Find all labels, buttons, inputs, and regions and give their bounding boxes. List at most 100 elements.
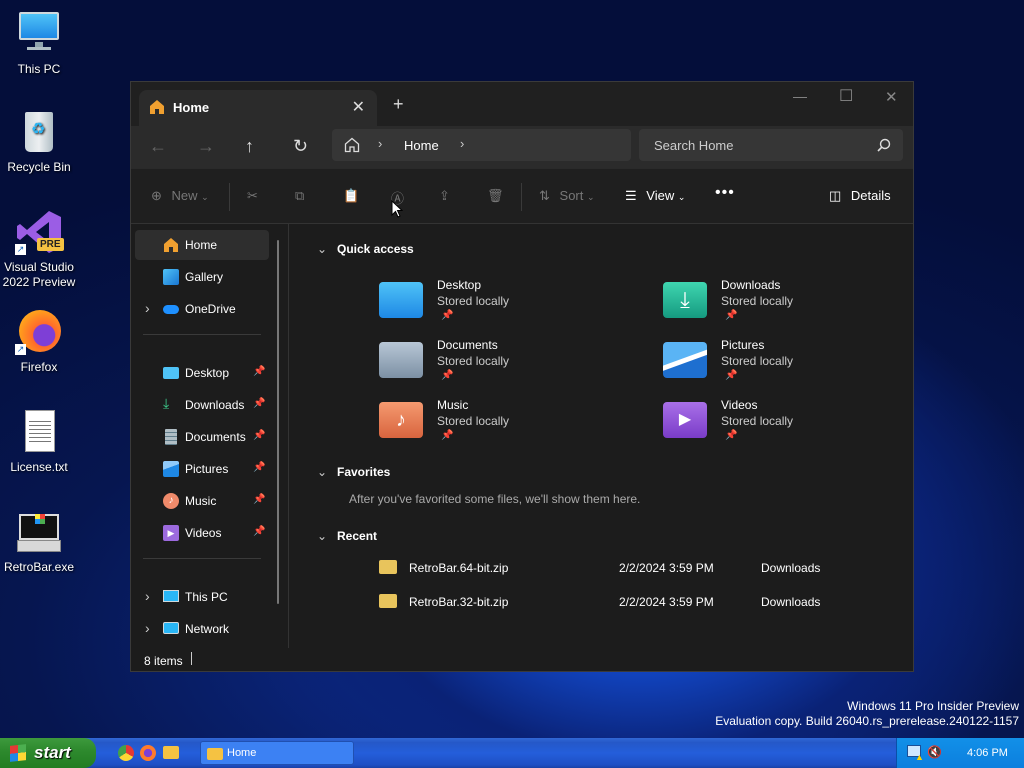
new-tab-icon[interactable]: +: [393, 94, 404, 115]
desktop-icon-firefox[interactable]: ↗ Firefox: [0, 308, 78, 375]
quick-access-item-pictures[interactable]: Pictures Stored locally 📌: [663, 336, 913, 392]
close-window-icon[interactable]: ✕: [885, 88, 898, 106]
close-tab-icon[interactable]: ✕: [352, 97, 365, 117]
section-quick-access[interactable]: ⌄ Quick access: [317, 242, 414, 256]
section-title: Quick access: [337, 242, 414, 256]
chevron-right-icon[interactable]: ›: [145, 588, 150, 604]
desktop-icon-retrobar[interactable]: RetroBar.exe: [0, 508, 78, 575]
quick-access-item-downloads[interactable]: ⤓ Downloads Stored locally 📌: [663, 276, 913, 332]
cut-icon[interactable]: ✂: [247, 188, 258, 204]
share-icon[interactable]: ⇪: [439, 188, 450, 204]
sort-button[interactable]: ⇅ Sort ⌄: [539, 188, 595, 204]
sidebar-item-home[interactable]: Home: [135, 230, 269, 260]
sidebar-item-this-pc[interactable]: › This PC: [135, 582, 269, 612]
sidebar-item-downloads[interactable]: ⤓ Downloads 📌: [135, 390, 269, 420]
forward-icon[interactable]: →: [197, 136, 215, 157]
title-bar[interactable]: Home ✕ + — ☐ ✕: [131, 82, 913, 126]
breadcrumb-home[interactable]: Home: [404, 138, 439, 153]
recent-file-row[interactable]: RetroBar.32-bit.zip 2/2/2024 3:59 PM Dow…: [379, 592, 899, 612]
tab-home[interactable]: Home ✕: [139, 90, 377, 126]
new-button[interactable]: ⊕ New ⌄: [151, 188, 209, 204]
pin-icon[interactable]: 📌: [253, 366, 265, 377]
pin-icon: 📌: [441, 370, 454, 381]
this-pc-icon: [15, 10, 63, 58]
delete-icon[interactable]: 🗑: [487, 188, 504, 204]
desktop-icon-label: Recycle Bin: [7, 160, 71, 174]
view-button[interactable]: ☰ View ⌄: [625, 188, 685, 204]
volume-muted-icon[interactable]: 🔇: [927, 745, 942, 759]
watermark-line-2: Evaluation copy. Build 26040.rs_prerelea…: [715, 714, 1019, 728]
chevron-down-icon: ⌄: [587, 192, 595, 202]
pin-icon[interactable]: 📌: [253, 462, 265, 473]
taskbar: start Home ▲ 🔇 4:06 PM: [0, 738, 1024, 768]
item-name: Pictures: [721, 338, 765, 352]
sidebar-item-desktop[interactable]: Desktop 📌: [135, 358, 269, 388]
sidebar-scrollbar[interactable]: [277, 240, 279, 604]
search-input[interactable]: Search Home: [654, 138, 733, 153]
sort-label: Sort: [559, 188, 584, 203]
recent-file-row[interactable]: RetroBar.64-bit.zip 2/2/2024 3:59 PM Dow…: [379, 558, 899, 578]
sidebar-item-onedrive[interactable]: › OneDrive: [135, 294, 269, 324]
start-label: start: [34, 743, 71, 762]
more-options-icon[interactable]: •••: [715, 184, 735, 202]
warning-icon[interactable]: ▲: [915, 752, 924, 762]
item-sub: Stored locally: [437, 354, 510, 368]
up-icon[interactable]: ↑: [245, 136, 254, 157]
chevron-right-icon[interactable]: ›: [378, 136, 382, 151]
shortcut-arrow-icon: ↗: [15, 244, 26, 255]
sidebar-item-documents[interactable]: Documents 📌: [135, 422, 269, 452]
quick-access-item-music[interactable]: ♪ Music Stored locally 📌: [379, 396, 639, 452]
quick-access-item-documents[interactable]: Documents Stored locally 📌: [379, 336, 639, 392]
search-box[interactable]: Search Home: [639, 129, 903, 161]
details-button[interactable]: ◫ Details: [829, 188, 891, 204]
pin-icon[interactable]: 📌: [253, 494, 265, 505]
address-bar[interactable]: › Home ›: [332, 129, 631, 161]
firefox-icon[interactable]: [140, 745, 156, 761]
start-button[interactable]: start: [0, 738, 96, 768]
clock[interactable]: 4:06 PM: [967, 747, 1008, 759]
section-favorites[interactable]: ⌄ Favorites: [317, 465, 390, 479]
chrome-icon[interactable]: [118, 745, 134, 761]
chevron-right-icon[interactable]: ›: [460, 136, 464, 151]
sidebar-item-videos[interactable]: ▶ Videos 📌: [135, 518, 269, 548]
pin-icon[interactable]: 📌: [253, 398, 265, 409]
sort-icon: ⇅: [539, 188, 550, 203]
onedrive-icon: [163, 305, 179, 314]
desktop-icon-license[interactable]: License.txt: [0, 408, 78, 475]
pin-icon[interactable]: 📌: [253, 430, 265, 441]
watermark-line-1: Windows 11 Pro Insider Preview: [847, 699, 1019, 713]
sidebar-item-pictures[interactable]: Pictures 📌: [135, 454, 269, 484]
sidebar-item-label: Network: [185, 622, 230, 636]
refresh-icon[interactable]: ↻: [293, 136, 308, 157]
quick-access-item-desktop[interactable]: Desktop Stored locally 📌: [379, 276, 639, 332]
recycle-bin-icon: ♻: [15, 108, 63, 156]
sidebar-item-gallery[interactable]: Gallery: [135, 262, 269, 292]
desktop-icon-recycle-bin[interactable]: ♻ Recycle Bin: [0, 108, 78, 175]
copy-icon[interactable]: ⧉: [295, 188, 304, 204]
minimize-icon[interactable]: —: [793, 88, 807, 104]
paste-icon[interactable]: 📋: [343, 188, 359, 204]
desktop-icon-visual-studio[interactable]: PRE ↗ Visual Studio 2022 Preview: [0, 208, 78, 290]
sidebar-item-network[interactable]: › Network: [135, 614, 269, 644]
sidebar-divider: [143, 558, 261, 559]
view-icon: ☰: [625, 188, 637, 203]
new-label: New: [171, 188, 198, 203]
network-icon: [163, 622, 179, 634]
desktop-icon-this-pc[interactable]: This PC: [0, 10, 78, 77]
retrobar-icon: [15, 508, 63, 556]
item-name: Desktop: [437, 278, 482, 292]
chevron-right-icon[interactable]: ›: [145, 620, 150, 636]
section-recent[interactable]: ⌄ Recent: [317, 529, 377, 543]
pin-icon[interactable]: 📌: [253, 526, 265, 537]
maximize-icon[interactable]: ☐: [839, 86, 853, 106]
sidebar-item-music[interactable]: ♪ Music 📌: [135, 486, 269, 516]
file-explorer-window: Home ✕ + — ☐ ✕ ← → ↑ ↻ › Home › Search H…: [130, 81, 914, 672]
chevron-right-icon[interactable]: ›: [145, 300, 150, 316]
quick-access-item-videos[interactable]: ▶ Videos Stored locally 📌: [663, 396, 913, 452]
tab-label: Home: [173, 100, 210, 115]
taskbar-window-button[interactable]: Home: [200, 741, 354, 765]
file-explorer-icon[interactable]: [163, 746, 179, 759]
file-date: 2/2/2024 3:59 PM: [619, 595, 714, 609]
back-icon[interactable]: ←: [149, 136, 167, 157]
toolbar-divider: [229, 183, 230, 211]
